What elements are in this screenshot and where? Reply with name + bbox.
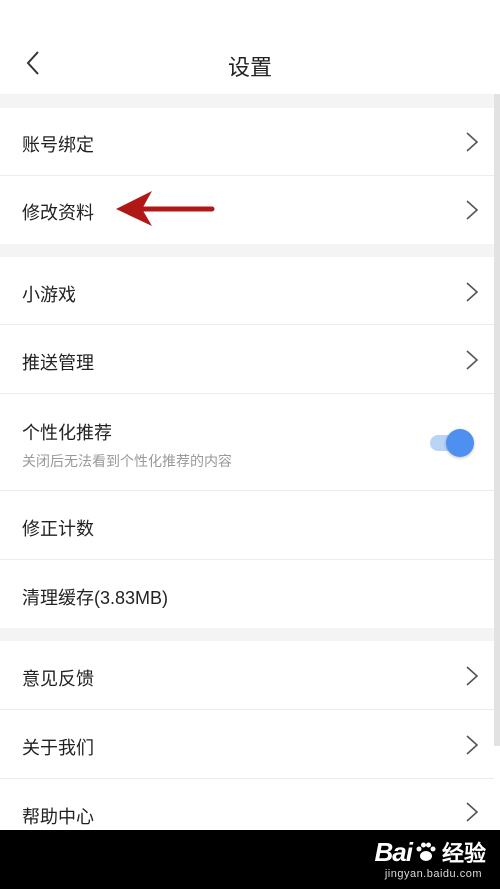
toggle-knob: [446, 429, 474, 457]
settings-item-label: 个性化推荐: [22, 423, 112, 443]
chevron-right-icon: [466, 350, 479, 370]
watermark-suffix: 经验: [441, 841, 486, 866]
paw-icon: [416, 842, 436, 861]
settings-item-about-us[interactable]: 关于我们: [0, 710, 494, 779]
settings-item-description: 关闭后无法看到个性化推荐的内容: [22, 453, 232, 469]
bottom-bar: Bai 经验 jingyan.baidu.com: [0, 830, 500, 889]
chevron-right-icon: [466, 282, 479, 302]
settings-item-clear-cache[interactable]: 清理缓存(3.83MB): [0, 560, 494, 628]
section-divider: [0, 94, 500, 108]
chevron-right-icon: [466, 666, 479, 686]
settings-item-label: 清理缓存(3.83MB): [22, 588, 169, 608]
section-divider: [0, 244, 500, 257]
settings-item-correct-count[interactable]: 修正计数: [0, 491, 494, 560]
settings-item-edit-profile[interactable]: 修改资料: [0, 176, 494, 244]
watermark-brand: Bai: [374, 836, 413, 867]
chevron-right-icon: [466, 200, 479, 220]
chevron-right-icon: [466, 802, 479, 822]
settings-item-label: 账号绑定: [22, 135, 94, 155]
header-bar: 设置: [0, 0, 500, 94]
settings-item-personalized-recommendation: 个性化推荐 关闭后无法看到个性化推荐的内容: [0, 394, 494, 491]
settings-item-label: 帮助中心: [22, 807, 94, 827]
settings-item-label: 修正计数: [22, 519, 94, 539]
red-arrow-icon: [116, 191, 215, 226]
settings-item-mini-games[interactable]: 小游戏: [0, 257, 494, 325]
scrollbar[interactable]: [494, 94, 500, 746]
section-divider: [0, 628, 500, 641]
settings-item-label: 推送管理: [22, 353, 94, 373]
chevron-right-icon: [466, 735, 479, 755]
settings-item-label: 关于我们: [22, 738, 94, 758]
settings-item-label: 修改资料: [22, 203, 94, 223]
watermark: Bai 经验: [375, 836, 486, 868]
settings-item-label: 小游戏: [22, 285, 76, 305]
personalized-recommendation-toggle[interactable]: [428, 428, 474, 458]
settings-item-account-binding[interactable]: 账号绑定: [0, 108, 494, 176]
settings-item-feedback[interactable]: 意见反馈: [0, 641, 494, 710]
chevron-right-icon: [466, 132, 479, 152]
settings-item-help-center[interactable]: 帮助中心: [0, 779, 494, 830]
settings-item-label: 意见反馈: [22, 669, 94, 689]
settings-item-push-management[interactable]: 推送管理: [0, 325, 494, 394]
watermark-url: jingyan.baidu.com: [384, 868, 482, 880]
page-title: 设置: [227, 55, 272, 80]
